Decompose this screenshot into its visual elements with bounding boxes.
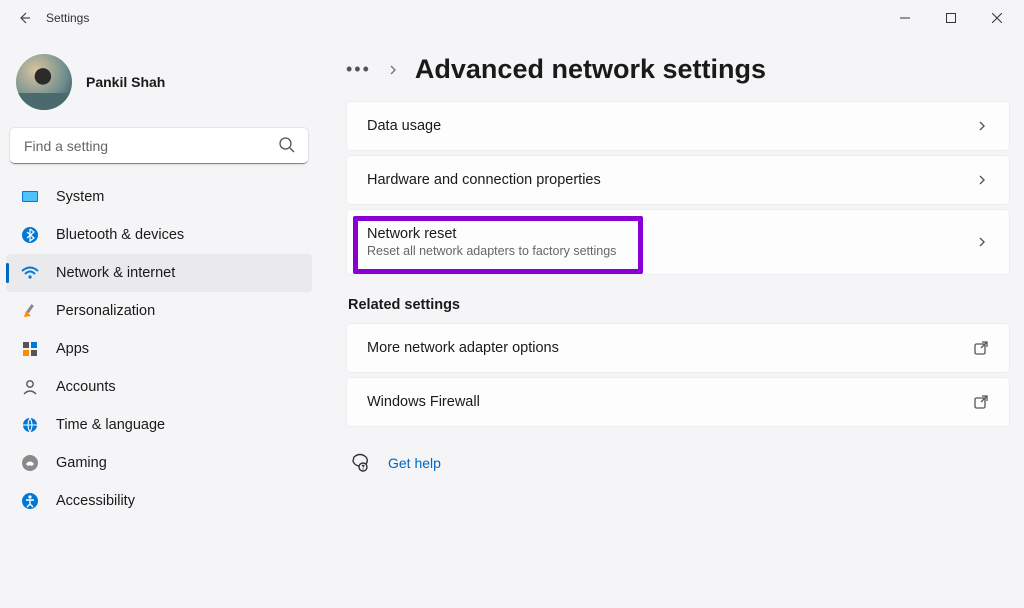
sidebar-item-bluetooth[interactable]: Bluetooth & devices	[6, 216, 312, 254]
close-button[interactable]	[974, 2, 1020, 34]
sidebar-item-system[interactable]: System	[6, 178, 312, 216]
chevron-right-icon	[387, 64, 399, 76]
card-data-usage[interactable]: Data usage	[346, 101, 1010, 151]
card-title: Data usage	[367, 118, 975, 134]
sidebar-item-time-language[interactable]: Time & language	[6, 406, 312, 444]
arrow-left-icon	[16, 10, 32, 26]
profile-block[interactable]: Pankil Shah	[6, 44, 312, 128]
maximize-icon	[946, 13, 956, 23]
paintbrush-icon	[20, 301, 40, 321]
app-title: Settings	[46, 11, 89, 25]
sidebar-item-label: Gaming	[56, 455, 107, 471]
external-link-icon	[973, 394, 989, 410]
card-network-reset[interactable]: Network reset Reset all network adapters…	[346, 209, 1010, 275]
sidebar-item-network[interactable]: Network & internet	[6, 254, 312, 292]
sidebar-item-label: Bluetooth & devices	[56, 227, 184, 243]
card-title: More network adapter options	[367, 340, 973, 356]
chevron-right-icon	[975, 235, 989, 249]
window-controls	[882, 2, 1020, 34]
sidebar-item-apps[interactable]: Apps	[6, 330, 312, 368]
chevron-right-icon	[975, 119, 989, 133]
wifi-icon	[20, 263, 40, 283]
help-link[interactable]: Get help	[388, 455, 441, 471]
sidebar-item-label: Network & internet	[56, 265, 175, 281]
help-row[interactable]: Get help	[346, 445, 1010, 481]
globe-icon	[20, 415, 40, 435]
section-related-label: Related settings	[348, 297, 1008, 313]
sidebar-item-label: Personalization	[56, 303, 155, 319]
maximize-button[interactable]	[928, 2, 974, 34]
search-input[interactable]	[10, 128, 308, 164]
sidebar-item-label: System	[56, 189, 104, 205]
breadcrumb: ••• Advanced network settings	[346, 54, 1010, 85]
card-title: Windows Firewall	[367, 394, 973, 410]
back-button[interactable]	[4, 2, 44, 34]
chevron-right-icon	[975, 173, 989, 187]
gaming-icon	[20, 453, 40, 473]
sidebar-item-personalization[interactable]: Personalization	[6, 292, 312, 330]
card-title: Network reset	[367, 226, 975, 242]
nav-list: System Bluetooth & devices Network & int…	[6, 178, 312, 520]
minimize-button[interactable]	[882, 2, 928, 34]
system-icon	[20, 187, 40, 207]
search-icon	[278, 136, 296, 154]
sidebar-item-label: Accounts	[56, 379, 116, 395]
sidebar-item-label: Time & language	[56, 417, 165, 433]
card-adapter-options[interactable]: More network adapter options	[346, 323, 1010, 373]
close-icon	[992, 13, 1002, 23]
sidebar-item-label: Apps	[56, 341, 89, 357]
accounts-icon	[20, 377, 40, 397]
help-icon	[350, 453, 370, 473]
card-title: Hardware and connection properties	[367, 172, 975, 188]
card-windows-firewall[interactable]: Windows Firewall	[346, 377, 1010, 427]
profile-name: Pankil Shah	[86, 74, 165, 90]
sidebar-item-accounts[interactable]: Accounts	[6, 368, 312, 406]
titlebar: Settings	[0, 0, 1024, 36]
avatar	[16, 54, 72, 110]
card-subtitle: Reset all network adapters to factory se…	[367, 244, 975, 258]
external-link-icon	[973, 340, 989, 356]
sidebar: Pankil Shah System Bluetooth & devices N…	[0, 36, 318, 608]
minimize-icon	[900, 13, 910, 23]
sidebar-item-accessibility[interactable]: Accessibility	[6, 482, 312, 520]
accessibility-icon	[20, 491, 40, 511]
page-title: Advanced network settings	[415, 54, 766, 85]
card-hardware-properties[interactable]: Hardware and connection properties	[346, 155, 1010, 205]
breadcrumb-more-button[interactable]: •••	[346, 59, 371, 80]
apps-icon	[20, 339, 40, 359]
sidebar-item-gaming[interactable]: Gaming	[6, 444, 312, 482]
main-content: ••• Advanced network settings Data usage…	[318, 36, 1024, 608]
bluetooth-icon	[20, 225, 40, 245]
sidebar-item-label: Accessibility	[56, 493, 135, 509]
search-wrap	[10, 128, 308, 164]
